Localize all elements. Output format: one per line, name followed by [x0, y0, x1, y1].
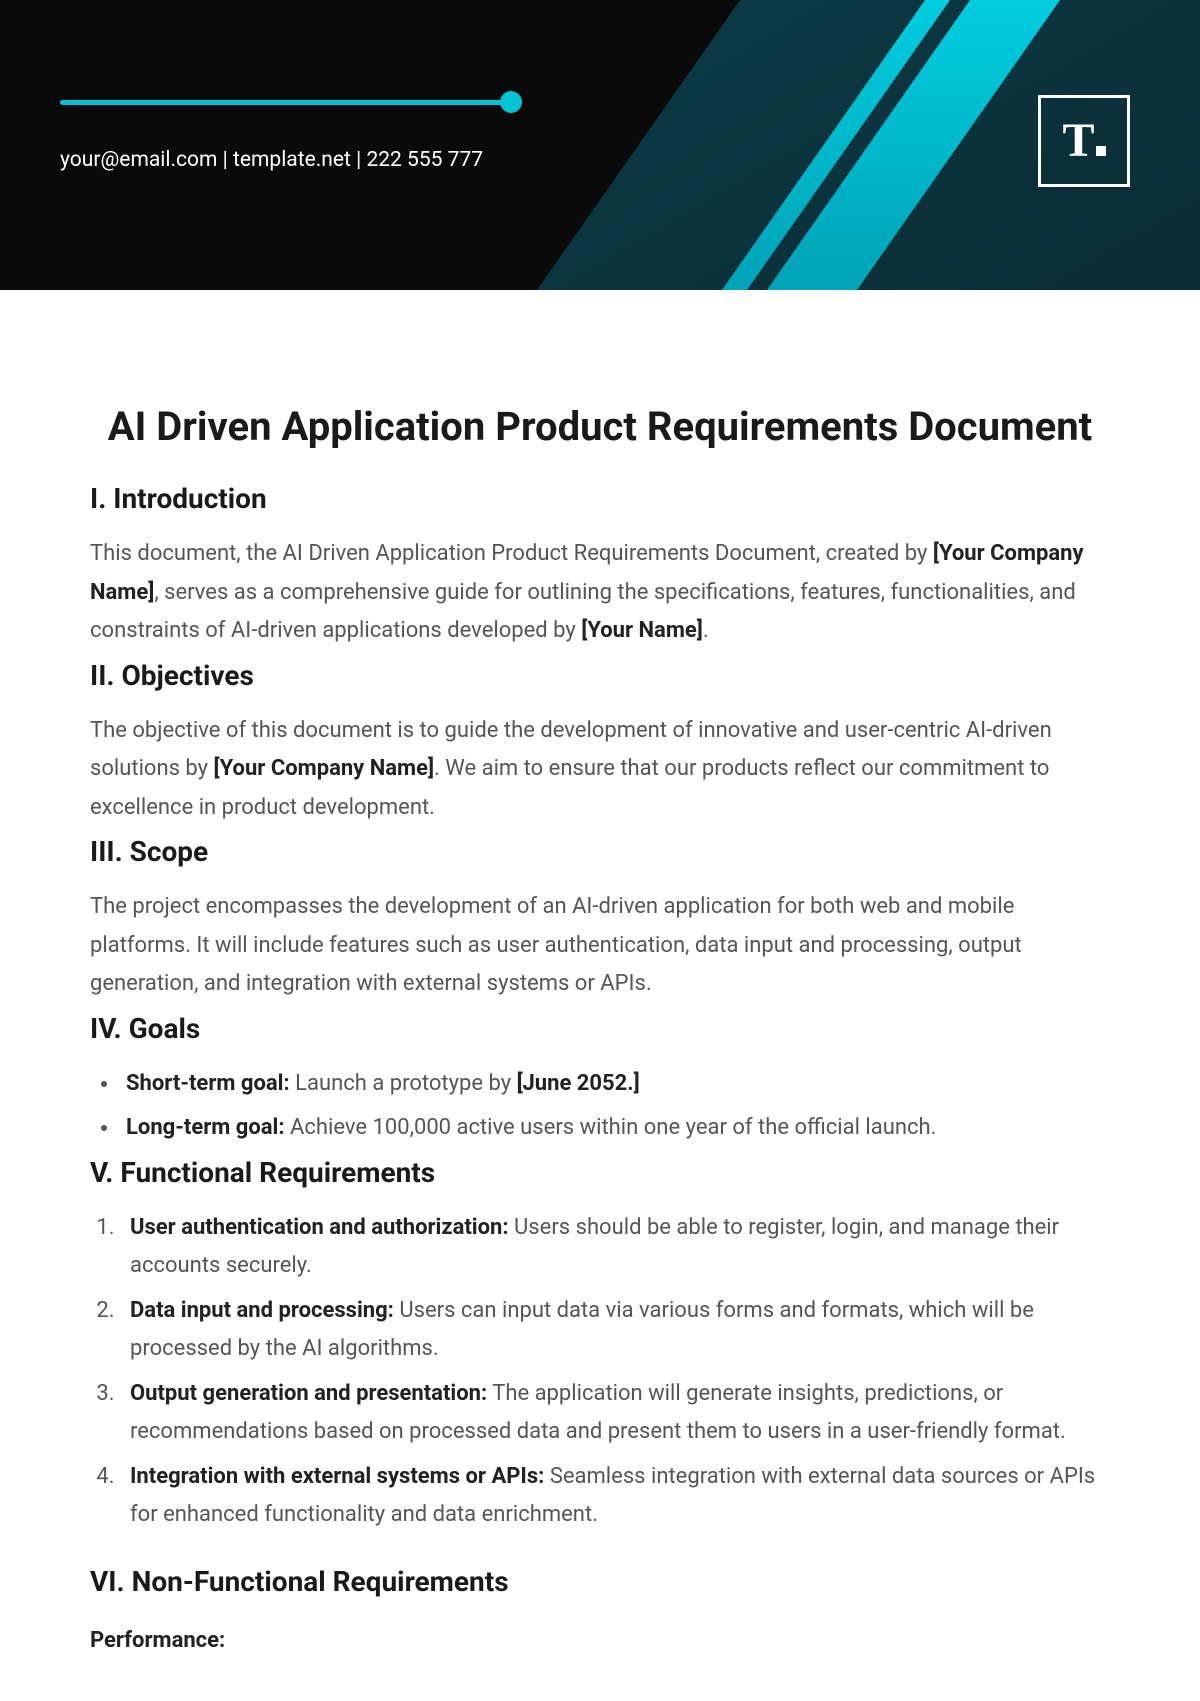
logo-dot-icon	[1096, 146, 1106, 156]
section-heading-functional: V. Functional Requirements	[90, 1156, 1110, 1189]
slider-thumb-icon	[500, 91, 522, 113]
section-heading-nonfunctional: VI. Non-Functional Requirements	[90, 1565, 1110, 1598]
section-heading-objectives: II. Objectives	[90, 659, 1110, 692]
list-item: Short-term goal: Launch a prototype by […	[120, 1065, 1110, 1104]
subsection-performance: Performance:	[90, 1628, 1110, 1653]
requirement-label: User authentication and authorization:	[130, 1215, 509, 1240]
goal-label: Short-term goal:	[126, 1071, 290, 1096]
placeholder-your-name: [Your Name]	[581, 618, 703, 643]
slider-track-icon	[60, 100, 520, 105]
requirement-label: Data input and processing:	[130, 1298, 394, 1323]
section-heading-introduction: I. Introduction	[90, 482, 1110, 515]
document-header: your@email.com | template.net | 222 555 …	[0, 0, 1200, 290]
goals-list: Short-term goal: Launch a prototype by […	[90, 1065, 1110, 1148]
section-heading-scope: III. Scope	[90, 835, 1110, 868]
contact-email: your@email.com	[60, 148, 217, 172]
list-item: Data input and processing: Users can inp…	[120, 1292, 1110, 1369]
list-item: Integration with external systems or API…	[120, 1458, 1110, 1535]
scope-paragraph: The project encompasses the development …	[90, 888, 1110, 1004]
document-title: AI Driven Application Product Requiremen…	[90, 400, 1110, 454]
placeholder-company-name: [Your Company Name]	[214, 756, 435, 781]
placeholder-date: [June 2052.]	[517, 1071, 640, 1096]
document-body: AI Driven Application Product Requiremen…	[0, 290, 1200, 1693]
contact-phone: 222 555 777	[366, 148, 483, 172]
list-item: Long-term goal: Achieve 100,000 active u…	[120, 1109, 1110, 1148]
goal-label: Long-term goal:	[126, 1115, 285, 1140]
functional-requirements-list: User authentication and authorization: U…	[90, 1209, 1110, 1535]
list-item: Output generation and presentation: The …	[120, 1375, 1110, 1452]
list-item: User authentication and authorization: U…	[120, 1209, 1110, 1286]
requirement-label: Output generation and presentation:	[130, 1381, 487, 1406]
objectives-paragraph: The objective of this document is to gui…	[90, 712, 1110, 828]
section-heading-goals: IV. Goals	[90, 1012, 1110, 1045]
contact-site: template.net	[233, 148, 351, 172]
logo-letter: T	[1062, 117, 1094, 165]
intro-paragraph: This document, the AI Driven Application…	[90, 535, 1110, 651]
brand-logo: T	[1038, 95, 1130, 187]
requirement-label: Integration with external systems or API…	[130, 1464, 544, 1489]
contact-info: your@email.com | template.net | 222 555 …	[60, 148, 483, 172]
